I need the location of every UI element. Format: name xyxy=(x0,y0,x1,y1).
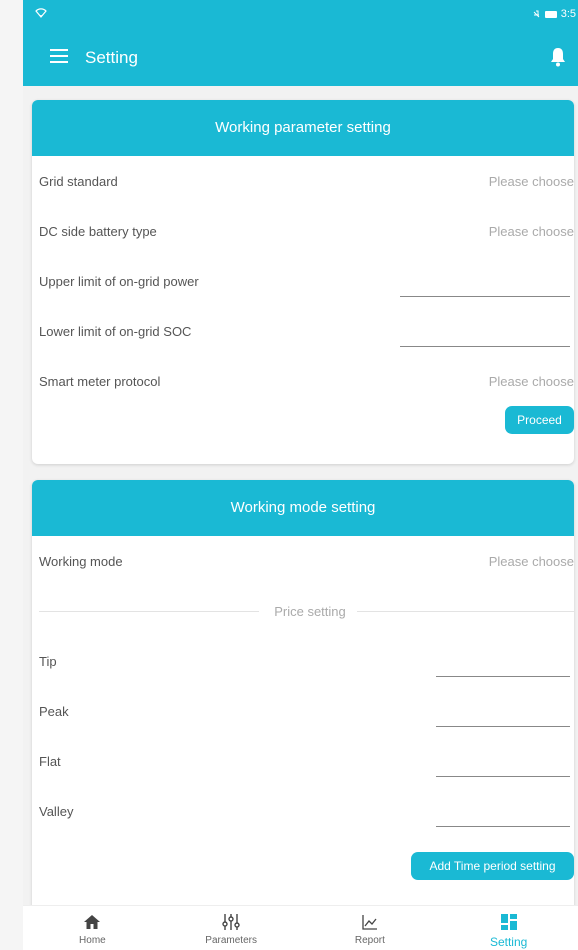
nav-parameters[interactable]: Parameters xyxy=(162,906,301,950)
battery-icon xyxy=(544,10,557,18)
bell-icon[interactable] xyxy=(550,47,568,67)
nav-label: Home xyxy=(79,935,106,946)
proceed-button[interactable]: Proceed xyxy=(505,406,574,434)
card-header: Working parameter setting xyxy=(32,100,574,156)
meter-protocol-row[interactable]: Smart meter protocol Please choose xyxy=(32,356,574,406)
status-time: 3:5 xyxy=(560,8,576,20)
grid-standard-row[interactable]: Grid standard Please choose xyxy=(32,156,574,206)
add-time-period-button[interactable]: Add Time period setting xyxy=(411,852,574,880)
row-label: Valley xyxy=(39,804,74,819)
sliders-icon xyxy=(222,914,240,930)
setting-icon xyxy=(500,914,517,930)
app-screen: 3:5 Setting Working parameter setting Gr… xyxy=(23,0,578,950)
bottom-nav: Home Parameters Report Setting xyxy=(23,905,578,950)
wifi-icon xyxy=(35,8,47,21)
nav-label: Setting xyxy=(489,935,528,949)
nav-report[interactable]: Report xyxy=(301,906,440,950)
lower-limit-row: Lower limit of on-grid SOC xyxy=(32,306,574,356)
divider-line xyxy=(357,611,574,612)
upper-limit-row: Upper limit of on-grid power xyxy=(32,256,574,306)
row-label: Grid standard xyxy=(39,174,118,189)
working-mode-row[interactable]: Working mode Please choose xyxy=(32,536,574,586)
row-label: Smart meter protocol xyxy=(39,374,161,389)
content-area: Working parameter setting Grid standard … xyxy=(23,86,578,906)
nav-label: Parameters xyxy=(205,935,257,946)
working-mode-select[interactable]: Please choose xyxy=(489,554,574,569)
menu-icon[interactable] xyxy=(50,49,68,63)
home-icon xyxy=(84,915,101,929)
row-label: Tip xyxy=(39,654,57,669)
nav-home[interactable]: Home xyxy=(23,906,162,950)
working-parameter-card: Working parameter setting Grid standard … xyxy=(32,100,574,464)
row-label: Flat xyxy=(39,754,61,769)
tip-row: Tip xyxy=(32,636,574,686)
meter-protocol-select[interactable]: Please choose xyxy=(489,374,574,389)
row-label: DC side battery type xyxy=(39,224,157,239)
price-divider: Price setting xyxy=(32,586,574,636)
status-right: 3:5 xyxy=(532,8,576,20)
chart-icon xyxy=(362,915,377,930)
battery-type-select[interactable]: Please choose xyxy=(489,224,574,239)
nav-label: Report xyxy=(354,935,385,946)
page-title: Setting xyxy=(85,48,138,67)
tip-input[interactable] xyxy=(436,676,570,677)
lower-limit-input[interactable] xyxy=(400,346,570,347)
grid-standard-select[interactable]: Please choose xyxy=(489,174,574,189)
peak-row: Peak xyxy=(32,686,574,736)
valley-input[interactable] xyxy=(436,826,570,827)
row-label: Working mode xyxy=(39,554,123,569)
working-mode-card: Working mode setting Working mode Please… xyxy=(32,480,574,906)
card-header: Working mode setting xyxy=(32,480,574,536)
app-bar: Setting xyxy=(23,30,578,86)
row-label: Upper limit of on-grid power xyxy=(39,274,199,289)
status-bar: 3:5 xyxy=(23,0,578,30)
battery-type-row[interactable]: DC side battery type Please choose xyxy=(32,206,574,256)
row-label: Peak xyxy=(39,704,69,719)
upper-limit-input[interactable] xyxy=(400,296,570,297)
nav-setting[interactable]: Setting xyxy=(439,906,578,950)
mute-icon xyxy=(533,10,540,17)
peak-input[interactable] xyxy=(436,726,570,727)
row-label: Lower limit of on-grid SOC xyxy=(39,324,192,339)
flat-input[interactable] xyxy=(436,776,570,777)
valley-row: Valley xyxy=(32,786,574,836)
flat-row: Flat xyxy=(32,736,574,786)
